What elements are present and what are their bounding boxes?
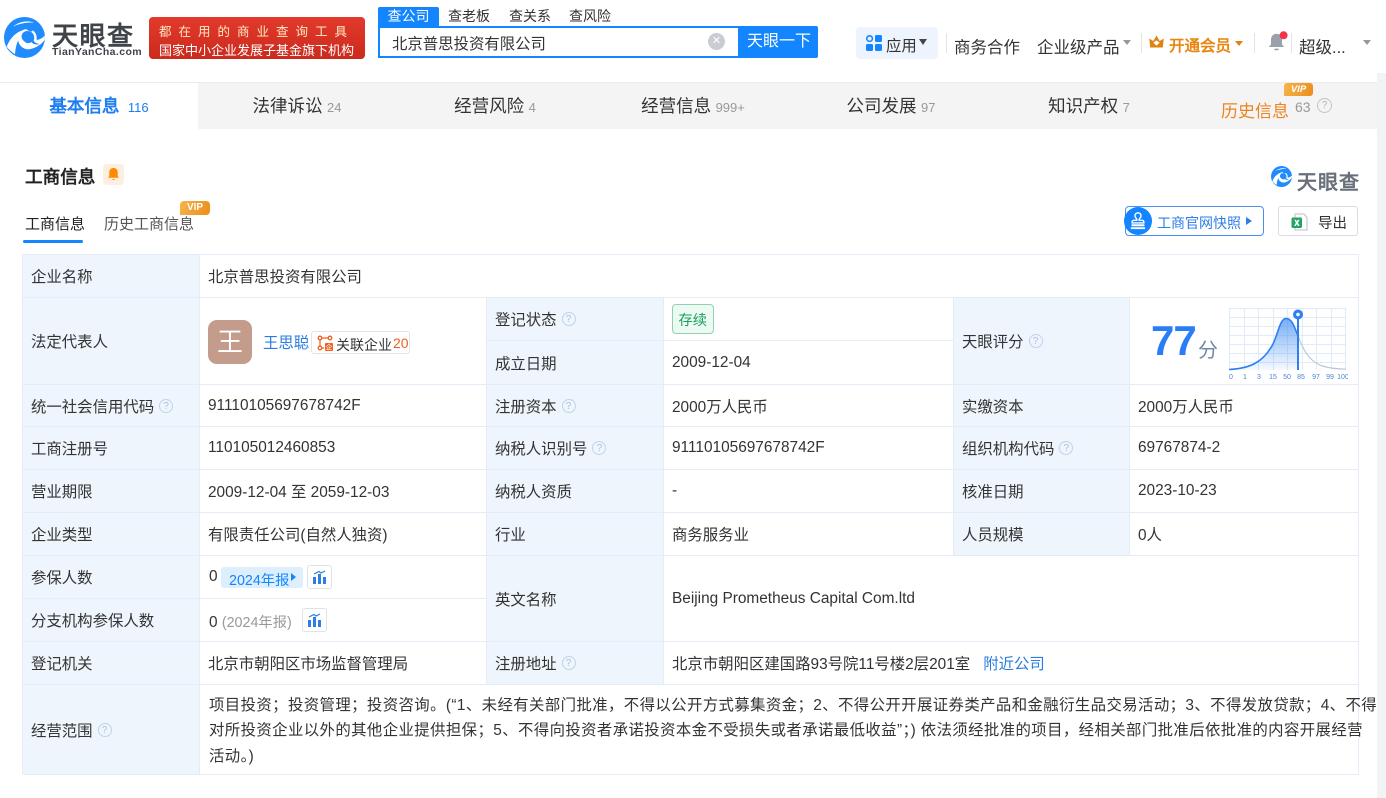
- svg-text:85: 85: [1297, 374, 1305, 380]
- svg-text:100: 100: [1337, 374, 1348, 380]
- svg-text:15: 15: [1269, 374, 1277, 380]
- svg-text:0: 0: [1229, 374, 1233, 380]
- svg-text:99: 99: [1326, 374, 1334, 380]
- svg-text:企: 企: [326, 343, 333, 351]
- svg-text:97: 97: [1312, 374, 1320, 380]
- svg-text:50: 50: [1283, 374, 1291, 380]
- svg-text:3: 3: [1257, 374, 1261, 380]
- svg-text:1: 1: [1243, 374, 1247, 380]
